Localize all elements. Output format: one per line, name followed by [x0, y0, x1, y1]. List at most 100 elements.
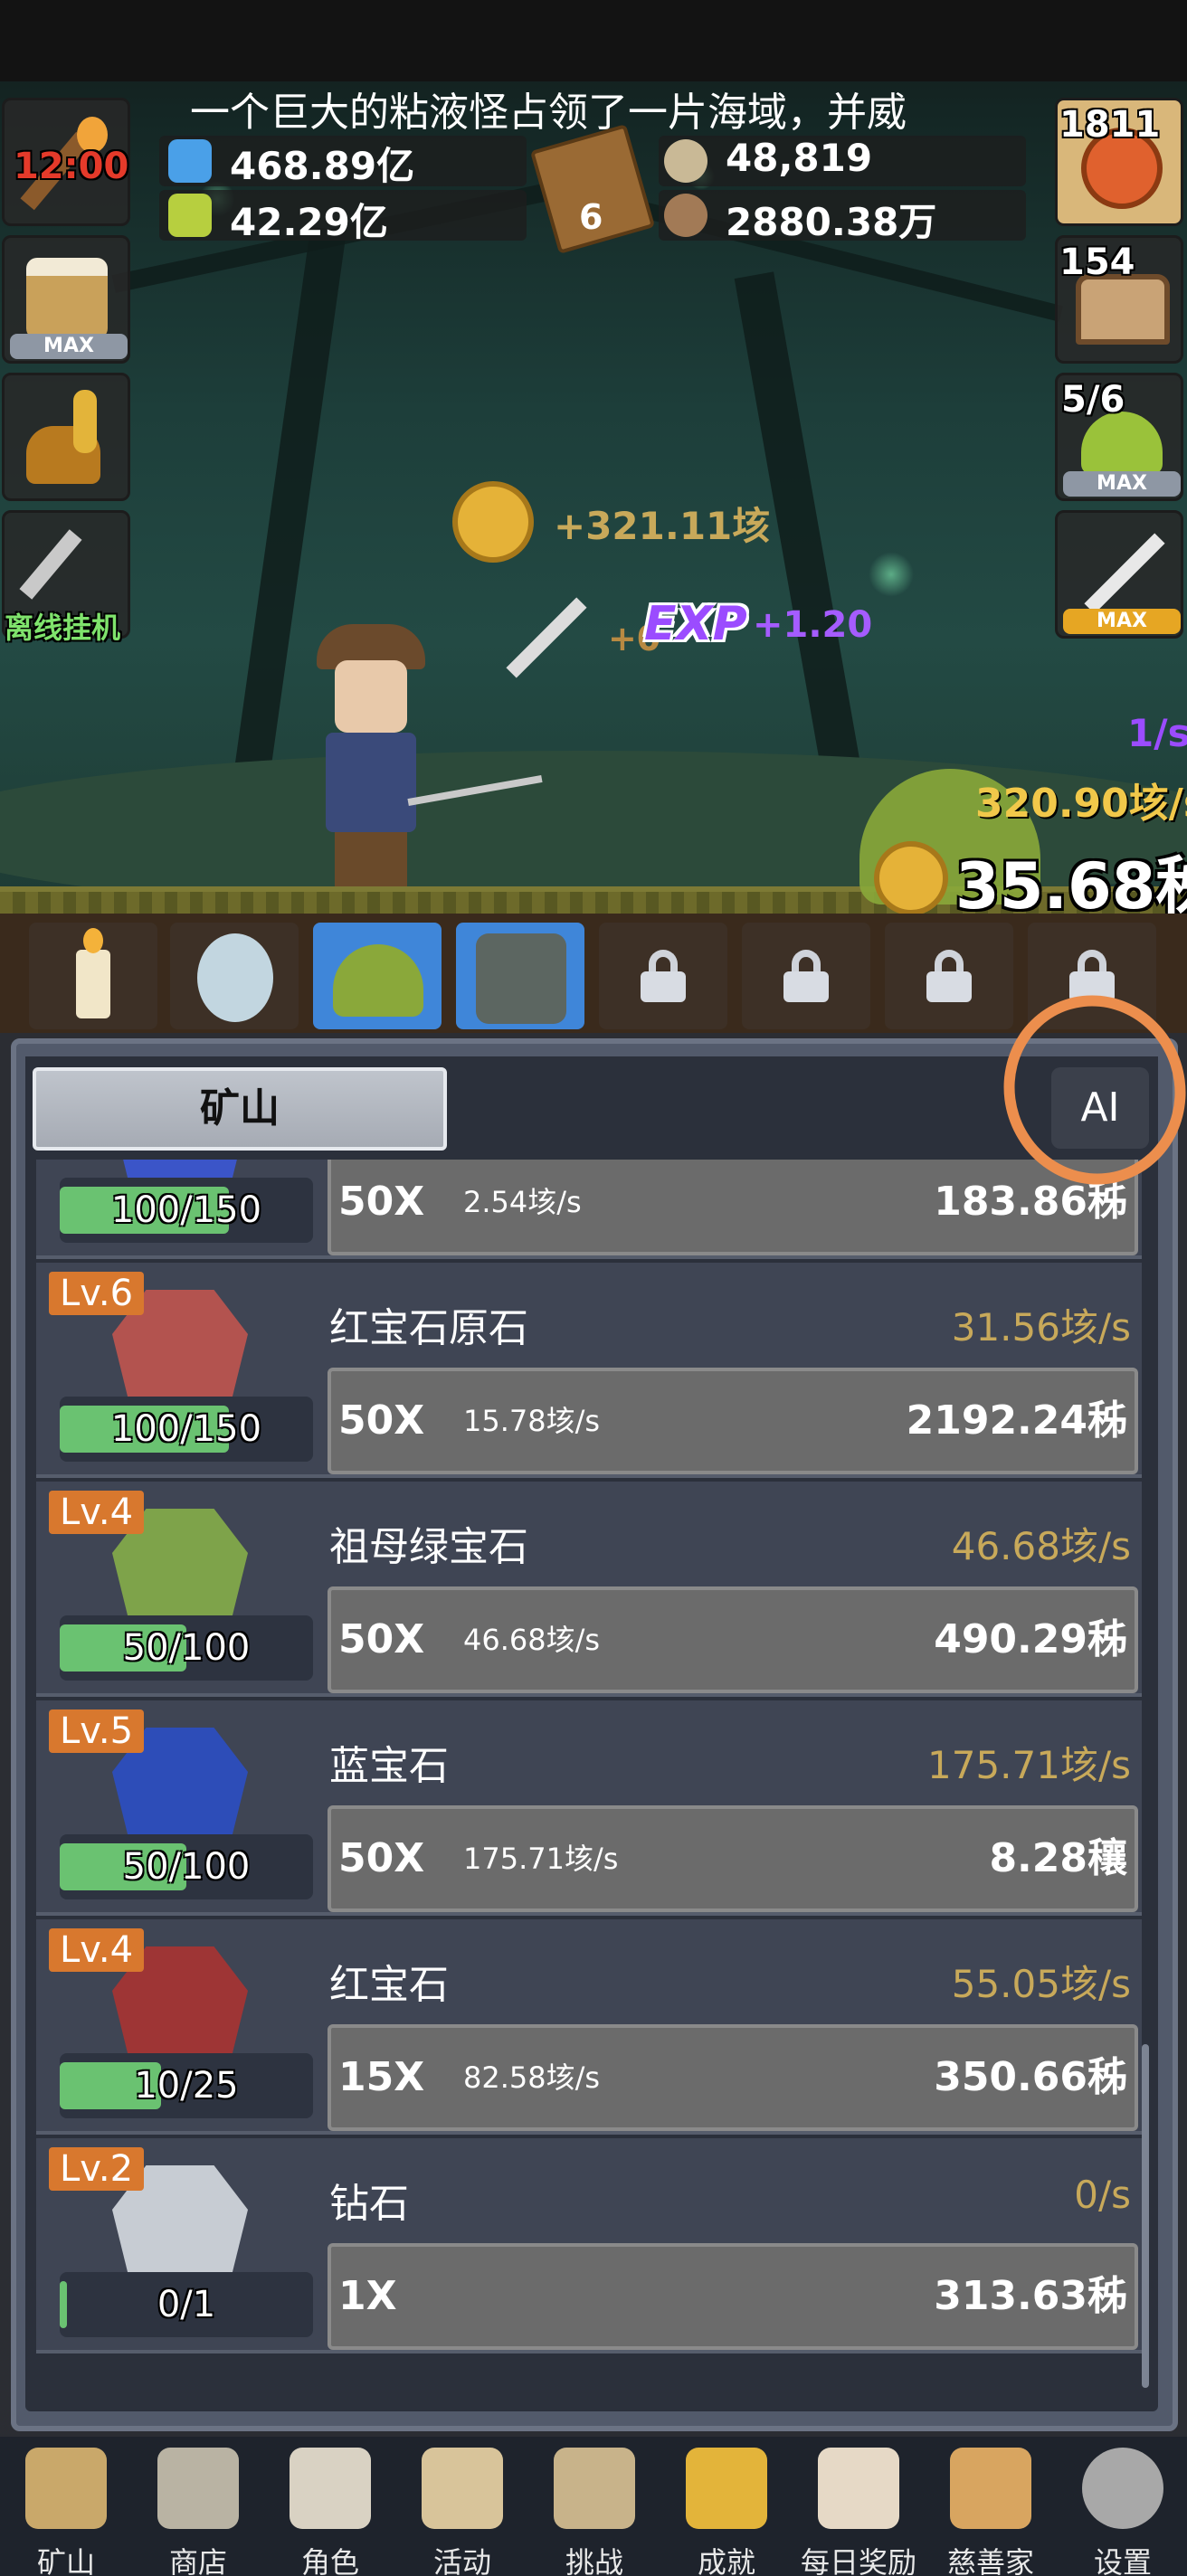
nav-shop[interactable]: 商店 [132, 2442, 264, 2576]
slime-count: 5/6 [1061, 379, 1125, 421]
nav-settings[interactable]: 设置 [1057, 2442, 1187, 2576]
blue-potion-amount: 468.89亿 [230, 144, 415, 188]
key-icon [686, 2448, 767, 2529]
multiplier: 50X [338, 1835, 425, 1881]
upgrade-cost: 490.29秭 [934, 1616, 1127, 1662]
nav-mine[interactable]: 矿山 [0, 2442, 132, 2576]
upgrade-rate: 82.58垓/s [463, 2060, 601, 2095]
candle-flame-icon [83, 928, 103, 953]
tab-locked[interactable] [599, 923, 727, 1029]
nav-label: 角色 [300, 2545, 359, 2576]
nav-daily-reward[interactable]: 每日奖励 [793, 2442, 925, 2576]
gem-slot: Lv.6 100/150 [49, 1272, 320, 1471]
sword-button[interactable]: MAX [1055, 510, 1183, 639]
tab-locked[interactable] [885, 923, 1013, 1029]
skull-icon [290, 2448, 371, 2529]
upgrade-button[interactable]: 1X 313.63秭 [328, 2243, 1138, 2350]
gem-rate: 0/s [1074, 2173, 1131, 2217]
lock-icon [783, 950, 829, 1002]
nav-philanthropist[interactable]: 慈善家 [925, 2442, 1057, 2576]
total-gold-coin-icon [874, 841, 948, 915]
tab-locked[interactable] [742, 923, 870, 1029]
coin-gain-text: +321.11垓 [554, 504, 771, 548]
gem-slot: Lv.4 50/100 [49, 1491, 320, 1690]
nav-character[interactable]: 角色 [264, 2442, 396, 2576]
slime-tab-icon [333, 944, 423, 1017]
progress-bar: 100/150 [60, 1397, 313, 1462]
progress-text: 100/150 [110, 1408, 262, 1450]
gem-name: 钻石 [329, 2181, 409, 2227]
nav-label: 矿山 [36, 2545, 95, 2576]
lock-icon [641, 950, 686, 1002]
gem-slot: Lv.4 10/25 [49, 1928, 320, 2127]
story-ticker: 一个巨大的粘液怪占领了一片海域，并威 [190, 90, 907, 136]
gem-name: 红宝石 [329, 1962, 449, 2008]
mine-row: Lv.4 10/25 红宝石 55.05垓/s 15X 82.58垓/s 350… [36, 1919, 1142, 2135]
nav-label: 活动 [432, 2545, 491, 2576]
hero-coat [326, 733, 416, 832]
mine-row: Lv.2 0/1 钻石 0/s 1X 313.63秭 [36, 2138, 1142, 2353]
upgrade-button[interactable]: 50X 175.71垓/s 8.28穰 [328, 1805, 1138, 1912]
gem-rate: 31.56垓/s [951, 1305, 1131, 1350]
upgrade-button[interactable]: 50X 46.68垓/s 490.29秭 [328, 1586, 1138, 1693]
gem-name: 红宝石原石 [329, 1305, 528, 1351]
ore-pile-icon [664, 194, 707, 237]
nav-event[interactable]: 活动 [396, 2442, 528, 2576]
tab-candle[interactable] [29, 923, 157, 1029]
slime-button[interactable]: 5/6 MAX [1055, 373, 1183, 501]
upgrade-button[interactable]: 15X 82.58垓/s 350.66秭 [328, 2024, 1138, 2131]
nav-label: 设置 [1093, 2545, 1152, 2576]
upgrade-button[interactable]: 50X 15.78垓/s 2192.24秭 [328, 1368, 1138, 1474]
mine-row: Lv.6 100/150 红宝石原石 31.56垓/s 50X 15.78垓/s… [36, 1263, 1142, 1478]
pirate-hero [308, 624, 543, 895]
progress-text: 10/25 [134, 2065, 239, 2107]
progress-text: 50/100 [122, 1846, 251, 1888]
key-chest-button[interactable] [2, 373, 130, 501]
silver-key-icon [19, 529, 82, 600]
level-badge: Lv.4 [49, 1491, 145, 1534]
progress-text: 0/1 [157, 2284, 216, 2325]
progress-text: 100/150 [110, 1189, 262, 1231]
nav-label: 成就 [697, 2545, 755, 2576]
gold-coin-amount: 48,819 [726, 136, 873, 180]
nav-achievement[interactable]: 成就 [660, 2442, 793, 2576]
upgrade-rate: 2.54垓/s [463, 1185, 582, 1219]
offline-label: 离线挂机 [5, 611, 121, 645]
map-icon [554, 2448, 635, 2529]
mine-title-button[interactable]: 矿山 [33, 1067, 447, 1151]
beer-mug-icon [26, 258, 108, 339]
tab-slime[interactable] [313, 923, 442, 1029]
tab-zombie[interactable] [456, 923, 584, 1029]
candle-icon [76, 950, 110, 1018]
potion-count: 1811 [1059, 104, 1161, 146]
zombie-tab-icon [476, 933, 566, 1024]
progress-bar: 100/150 [60, 1178, 313, 1243]
exp-label: EXP [644, 597, 747, 651]
upgrade-button[interactable]: 50X 2.54垓/s 183.86秭 [328, 1160, 1138, 1255]
shop-icon [157, 2448, 239, 2529]
offline-idle-button[interactable]: 离线挂机 [2, 510, 130, 645]
chest-button[interactable]: 154 [1055, 235, 1183, 364]
max-badge: MAX [1063, 471, 1181, 497]
potion-button[interactable]: 1811 [1055, 98, 1183, 226]
level-badge: Lv.4 [49, 1928, 145, 1972]
tab-egg[interactable] [170, 923, 299, 1029]
progress-text: 50/100 [122, 1627, 251, 1669]
progress-bar: 50/100 [60, 1834, 313, 1899]
gem-slot: Lv.2 0/1 [49, 2147, 320, 2346]
coin-stack-icon [664, 139, 707, 183]
key-icon [73, 390, 97, 453]
torch-button[interactable]: 12:00 [2, 98, 130, 226]
nav-challenge[interactable]: 挑战 [528, 2442, 660, 2576]
blue-potion-icon [168, 139, 212, 183]
nav-label: 慈善家 [946, 2545, 1034, 2576]
gold-coin-icon [452, 481, 534, 563]
green-potion-amount: 42.29亿 [230, 200, 388, 244]
multiplier: 50X [338, 1616, 425, 1662]
gold-rate-text: 320.90垓/s [975, 781, 1187, 827]
beer-button[interactable]: MAX [2, 235, 130, 364]
lock-icon [926, 950, 972, 1002]
progress-bar: 50/100 [60, 1615, 313, 1681]
scrollbar[interactable] [1142, 2044, 1149, 2388]
level-badge: Lv.6 [49, 1272, 145, 1315]
